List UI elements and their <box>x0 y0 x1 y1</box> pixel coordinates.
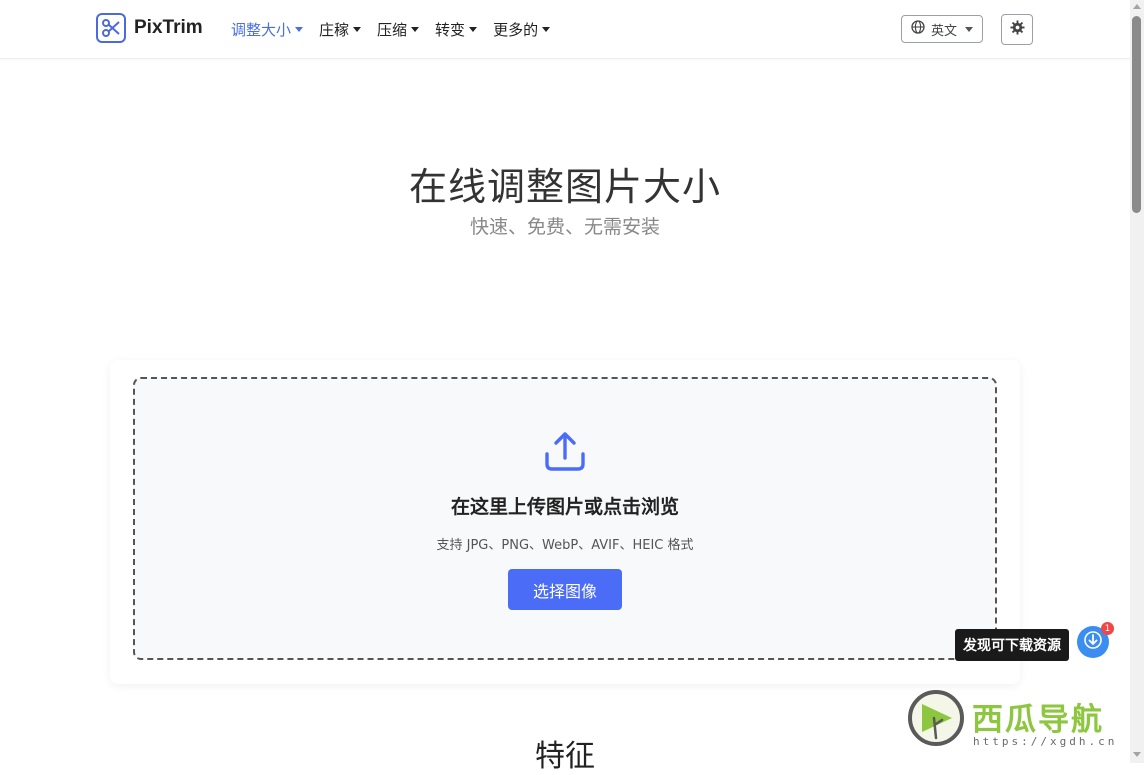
supported-formats: 支持 JPG、PNG、WebP、AVIF、HEIC 格式 <box>436 538 694 553</box>
watermark-name: 西瓜导航 <box>972 702 1104 738</box>
chevron-down-icon <box>295 27 304 32</box>
page-title: 在线调整图片大小 <box>408 165 721 209</box>
language-selector[interactable]: 英文 <box>901 15 983 43</box>
nav-item-label: 压缩 <box>377 21 408 39</box>
chevron-down-icon <box>353 27 362 32</box>
nav-item-label: 调整大小 <box>231 21 292 39</box>
brand[interactable]: PixTrim <box>96 13 203 43</box>
brand-name: PixTrim <box>134 17 203 38</box>
chevron-down-icon <box>965 26 973 32</box>
features-heading: 特征 <box>535 739 595 774</box>
watermark-url: https://xgdh.cn <box>973 735 1118 748</box>
page-subtitle: 快速、免费、无需安装 <box>469 216 660 238</box>
top-navbar: PixTrim 调整大小 庄稼 压缩 转变 更多的 英文 <box>0 0 1130 59</box>
nav-item-label: 转变 <box>435 21 466 39</box>
nav-item-crop[interactable]: 庄稼 <box>319 19 362 40</box>
download-resources-tooltip[interactable]: 发现可下载资源 <box>955 629 1069 661</box>
upload-title: 在这里上传图片或点击浏览 <box>450 496 679 518</box>
settings-button[interactable] <box>1001 14 1033 45</box>
scroll-down-arrow-icon[interactable] <box>1133 752 1141 757</box>
scissors-icon <box>96 13 126 43</box>
globe-icon <box>911 20 925 38</box>
nav-item-label: 更多的 <box>493 21 539 39</box>
chevron-down-icon <box>542 27 551 32</box>
chevron-down-icon <box>469 27 478 32</box>
scrollbar-thumb[interactable] <box>1132 16 1141 213</box>
nav-item-label: 庄稼 <box>319 21 350 39</box>
choose-image-button[interactable]: 选择图像 <box>508 569 622 610</box>
main-nav: 调整大小 庄稼 压缩 转变 更多的 <box>231 19 566 40</box>
notification-badge: 1 <box>1101 622 1114 635</box>
nav-item-resize[interactable]: 调整大小 <box>231 19 304 40</box>
scroll-up-arrow-icon[interactable] <box>1133 4 1141 9</box>
nav-item-convert[interactable]: 转变 <box>435 19 478 40</box>
upload-icon <box>543 428 587 476</box>
chevron-down-icon <box>411 27 420 32</box>
gear-icon <box>1009 20 1025 39</box>
download-icon <box>1083 630 1103 654</box>
language-label: 英文 <box>930 23 957 39</box>
nav-item-more[interactable]: 更多的 <box>493 19 551 40</box>
nav-item-compress[interactable]: 压缩 <box>377 19 420 40</box>
watermark-logo-icon <box>908 690 964 746</box>
